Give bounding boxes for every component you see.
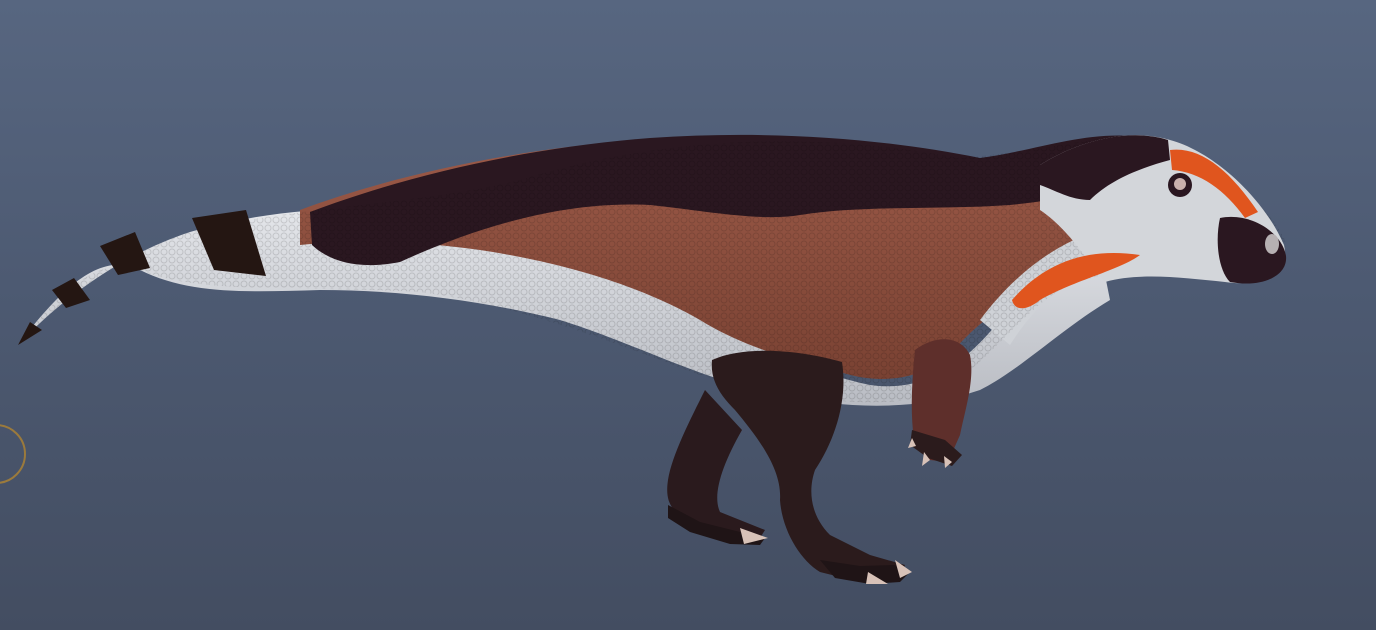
3d-viewport[interactable] <box>0 0 1376 630</box>
dinosaur-model[interactable] <box>0 0 1376 630</box>
dinosaur-arm <box>908 339 972 468</box>
